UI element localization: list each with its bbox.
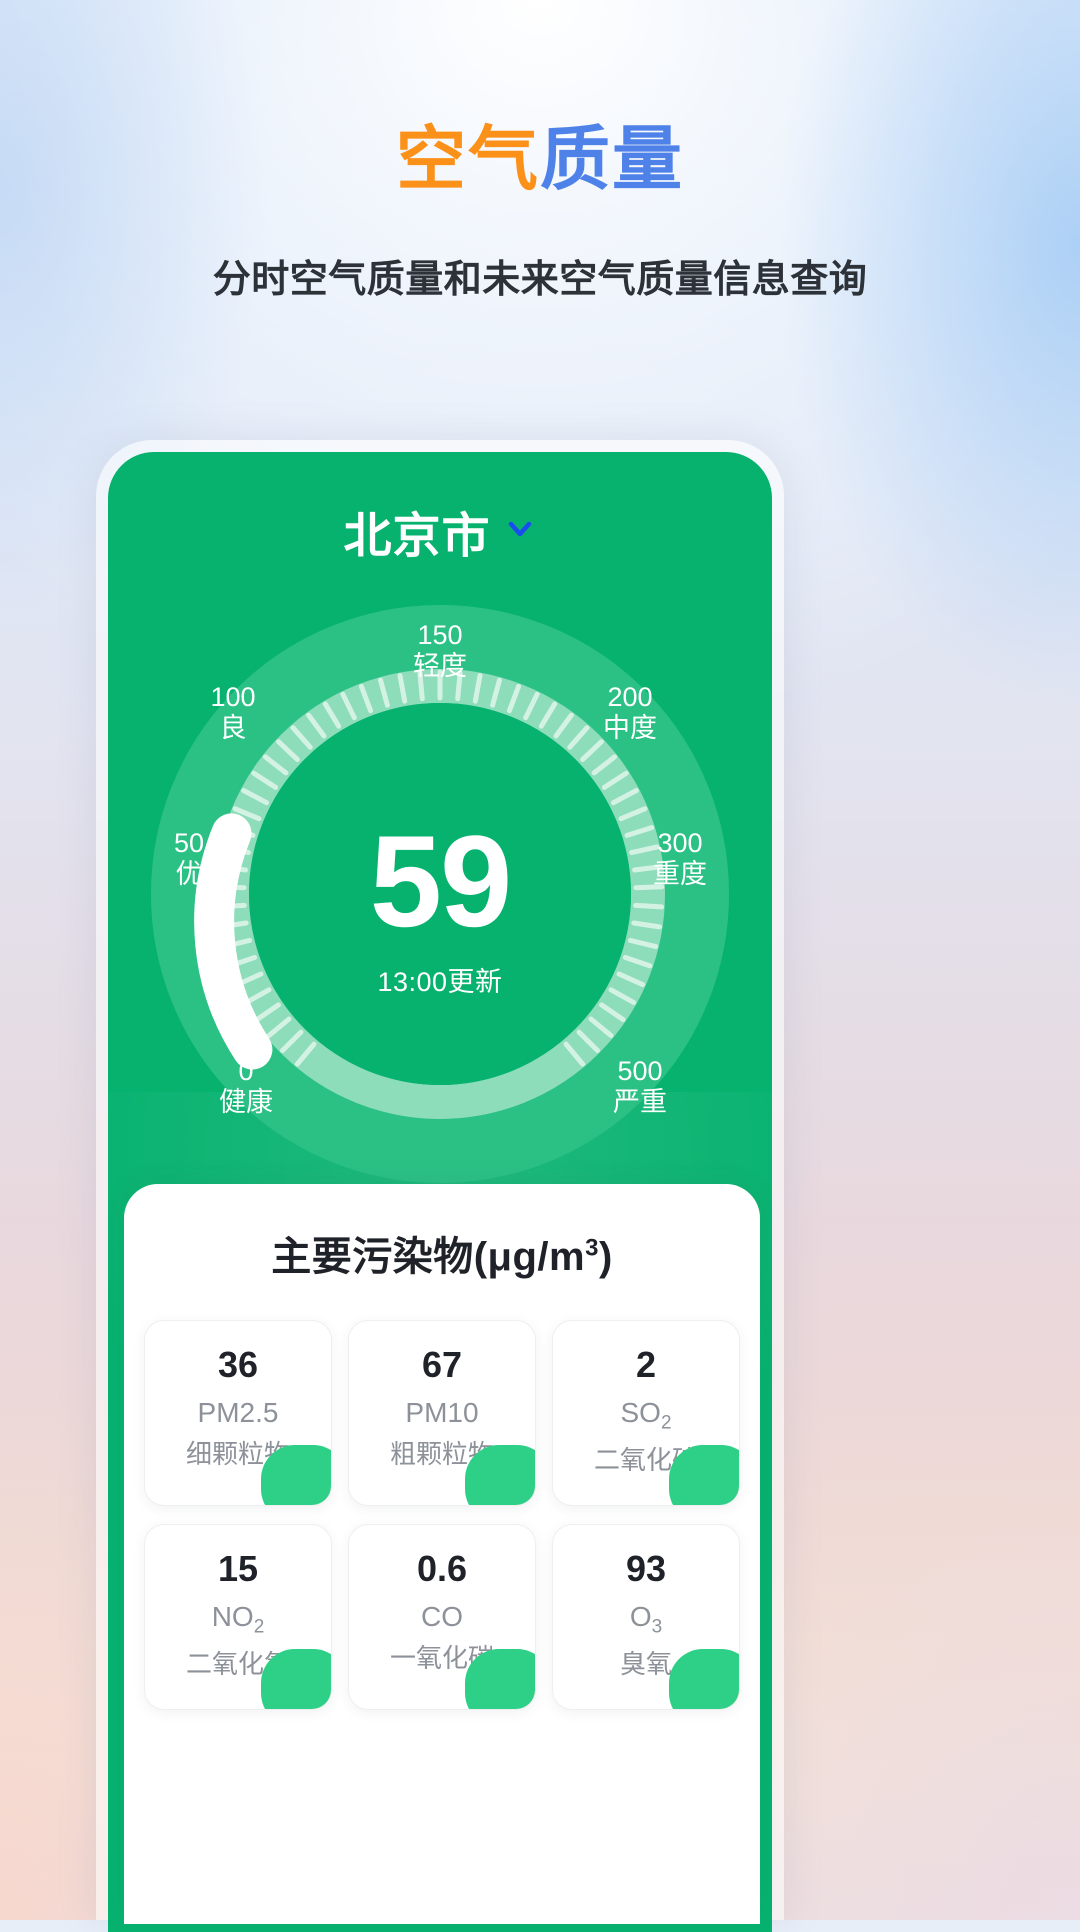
pollutant-title-text: 主要污染物(μg/m [271,1235,586,1279]
scale-label-500: 500 严重 [613,1056,667,1117]
chevron-down-icon[interactable] [503,512,537,551]
scale-label-100: 100 良 [210,682,256,743]
page-header: 空气质量 分时空气质量和未来空气质量信息查询 [0,0,1080,303]
pollutant-tile[interactable]: 67 PM10 粗颗粒物 [348,1320,536,1506]
pollutant-formula: NO2 [211,1601,265,1638]
page-title: 空气质量 [0,124,1080,194]
pollutant-value: 0.6 [416,1548,468,1589]
pollutant-formula-subscript: 2 [253,1616,265,1638]
pollutant-level-badge [465,1649,535,1709]
city-selector[interactable]: 北京市 [108,496,772,566]
scale-label-150: 150 轻度 [413,620,467,681]
pollutant-formula: PM10 [405,1397,479,1428]
pollutant-formula-subscript: 2 [660,1412,672,1434]
scale-label-0: 0 健康 [219,1056,273,1117]
pollutant-tile[interactable]: 0.6 CO 一氧化碳 [348,1524,536,1710]
aqi-gauge: 59 13:00更新 0 健康 50 优 100 良 150 轻度 200 中度 300 重… [150,604,730,1184]
pollutant-tile-grid: 36 PM2.5 细颗粒物 67 PM10 粗颗粒物 2 SO2 二氧化硫 15 NO2 二氧化氮 0.… [144,1320,740,1710]
pollutant-formula: SO2 [620,1397,672,1434]
aqi-updated-time: 13:00更新 [377,966,503,997]
pollutant-level-badge [669,1445,739,1505]
scale-label-200: 200 中度 [603,682,657,743]
pollutant-level-badge [261,1445,331,1505]
page-title-part-1: 空气 [396,120,540,198]
pollutant-value: 2 [635,1344,657,1385]
pollutant-tile[interactable]: 36 PM2.5 细颗粒物 [144,1320,332,1506]
pollutant-tile[interactable]: 93 O3 臭氧 [552,1524,740,1710]
pollutant-formula: CO [421,1601,463,1632]
pollutant-value: 67 [421,1344,463,1385]
pollutant-panel-title: 主要污染物(μg/m3) [124,1224,760,1282]
pollutant-tile[interactable]: 15 NO2 二氧化氮 [144,1524,332,1710]
pollutant-panel: 主要污染物(μg/m3) 36 PM2.5 细颗粒物 67 PM10 粗颗粒物 2 SO2 二氧… [124,1184,760,1924]
page-title-part-2: 质量 [540,120,684,198]
pollutant-formula: O3 [629,1601,663,1638]
pollutant-value: 15 [217,1548,259,1589]
city-name: 北京市 [343,510,491,563]
pollutant-tile[interactable]: 2 SO2 二氧化硫 [552,1320,740,1506]
pollutant-value: 93 [625,1548,667,1589]
scale-label-50: 50 优 [173,828,205,889]
page-subtitle: 分时空气质量和未来空气质量信息查询 [212,259,868,301]
scale-label-300: 300 重度 [653,828,707,889]
pollutant-level-badge [669,1649,739,1709]
pollutant-level-badge [261,1649,331,1709]
pollutant-name-cn: 臭氧 [619,1648,672,1679]
pollutant-formula-subscript: 3 [651,1616,663,1638]
pollutant-value: 36 [217,1344,259,1385]
pollutant-title-tail: ) [598,1235,613,1279]
pollutant-title-exponent: 3 [585,1234,599,1262]
pollutant-level-badge [465,1445,535,1505]
pollutant-formula: PM2.5 [197,1397,279,1428]
